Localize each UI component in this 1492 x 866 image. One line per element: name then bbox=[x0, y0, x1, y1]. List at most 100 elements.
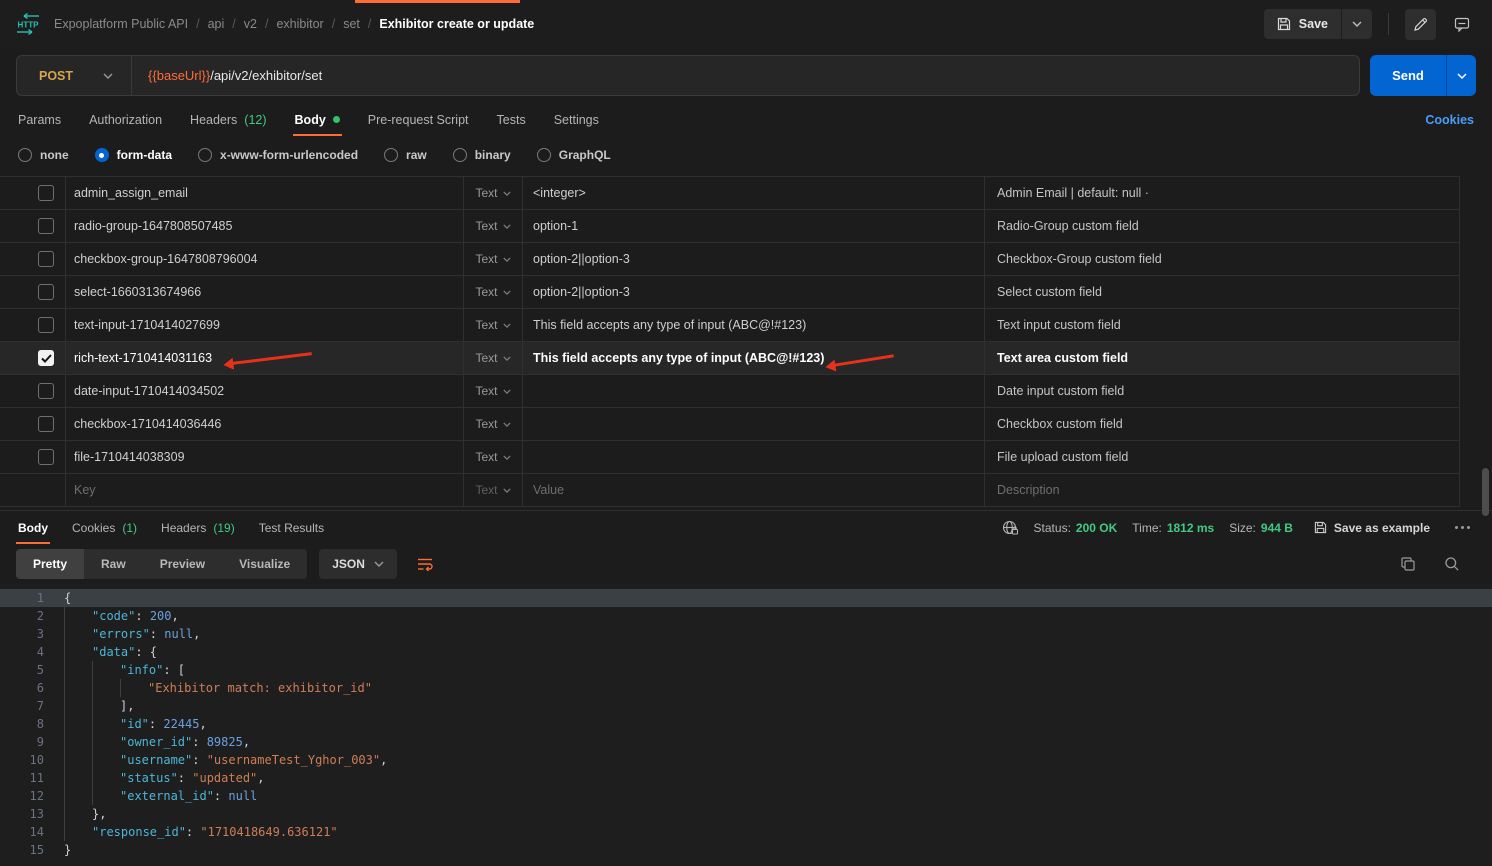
row-key-field[interactable]: radio-group-1647808507485 bbox=[66, 210, 464, 242]
send-options-dropdown[interactable] bbox=[1446, 55, 1476, 96]
row-description-field[interactable]: Checkbox custom field bbox=[985, 408, 1459, 440]
tab-label: Authorization bbox=[89, 113, 162, 127]
method-select[interactable]: POST bbox=[17, 56, 132, 95]
row-type-select[interactable]: Text bbox=[464, 309, 523, 341]
row-type-select[interactable]: Text bbox=[464, 408, 523, 440]
save-button[interactable]: Save bbox=[1264, 9, 1341, 39]
body-mode-binary[interactable]: binary bbox=[453, 148, 511, 162]
row-checkbox[interactable] bbox=[38, 185, 54, 201]
row-description-field[interactable]: Text area custom field bbox=[985, 342, 1459, 374]
row-type-select[interactable]: Text bbox=[464, 276, 523, 308]
response-size-stat: Size:944 B bbox=[1229, 521, 1293, 535]
row-description-field[interactable]: Admin Email | default: null · bbox=[985, 177, 1459, 209]
row-description-field[interactable]: Date input custom field bbox=[985, 375, 1459, 407]
save-as-example-button[interactable]: Save as example bbox=[1314, 521, 1430, 535]
row-type-select[interactable]: Text bbox=[464, 474, 523, 506]
row-checkbox[interactable] bbox=[38, 251, 54, 267]
row-value-field[interactable]: This field accepts any type of input (AB… bbox=[523, 309, 985, 341]
network-globe-lock-icon[interactable] bbox=[1002, 520, 1019, 536]
response-tab-test-results[interactable]: Test Results bbox=[259, 511, 324, 544]
row-value-field[interactable] bbox=[523, 375, 985, 407]
tab-headers[interactable]: Headers(12) bbox=[190, 103, 266, 136]
row-value-field[interactable] bbox=[523, 441, 985, 473]
row-checkbox[interactable] bbox=[38, 350, 54, 366]
response-tab-headers[interactable]: Headers(19) bbox=[161, 511, 235, 544]
row-key-field[interactable]: admin_assign_email bbox=[66, 177, 464, 209]
row-type-select[interactable]: Text bbox=[464, 210, 523, 242]
row-type-select[interactable]: Text bbox=[464, 441, 523, 473]
row-key-field[interactable]: date-input-1710414034502 bbox=[66, 375, 464, 407]
view-tab-preview[interactable]: Preview bbox=[143, 549, 222, 579]
row-description-field[interactable]: Text input custom field bbox=[985, 309, 1459, 341]
vertical-scrollbar-thumb[interactable] bbox=[1482, 468, 1489, 516]
breadcrumb-segment[interactable]: set bbox=[343, 17, 360, 31]
tab-settings[interactable]: Settings bbox=[554, 103, 599, 136]
search-response-button[interactable] bbox=[1442, 554, 1462, 574]
cookies-link[interactable]: Cookies bbox=[1425, 113, 1474, 127]
row-checkbox[interactable] bbox=[38, 218, 54, 234]
body-mode-none[interactable]: none bbox=[18, 148, 69, 162]
row-type-select[interactable]: Text bbox=[464, 342, 523, 374]
format-select[interactable]: JSON bbox=[319, 549, 397, 579]
breadcrumb-segment[interactable]: exhibitor bbox=[276, 17, 323, 31]
row-checkbox-cell bbox=[0, 342, 66, 374]
row-value-field[interactable] bbox=[523, 408, 985, 440]
row-value-field[interactable]: This field accepts any type of input (AB… bbox=[523, 342, 985, 374]
row-type-label: Text bbox=[475, 186, 497, 200]
url-variable: {{baseUrl}} bbox=[148, 68, 210, 83]
breadcrumb-segment[interactable]: v2 bbox=[244, 17, 257, 31]
tab-body[interactable]: Body bbox=[295, 103, 340, 136]
view-tab-visualize[interactable]: Visualize bbox=[222, 549, 307, 579]
row-key-field[interactable]: checkbox-group-1647808796004 bbox=[66, 243, 464, 275]
view-tab-raw[interactable]: Raw bbox=[84, 549, 143, 579]
row-key-field[interactable]: Key bbox=[66, 474, 464, 506]
code-line: 8"id": 22445, bbox=[0, 715, 1492, 733]
tab-authorization[interactable]: Authorization bbox=[89, 103, 162, 136]
view-tab-pretty[interactable]: Pretty bbox=[16, 549, 84, 579]
url-input[interactable]: {{baseUrl}}/api/v2/exhibitor/set bbox=[132, 68, 338, 83]
edit-request-button[interactable] bbox=[1405, 9, 1436, 40]
row-checkbox[interactable] bbox=[38, 284, 54, 300]
more-actions-icon[interactable] bbox=[1451, 522, 1474, 533]
body-mode-x-www-form-urlencoded[interactable]: x-www-form-urlencoded bbox=[198, 148, 358, 162]
response-tab-body[interactable]: Body bbox=[18, 511, 48, 544]
row-description-field[interactable]: Select custom field bbox=[985, 276, 1459, 308]
breadcrumb-segment[interactable]: api bbox=[208, 17, 225, 31]
row-value-field[interactable]: option-1 bbox=[523, 210, 985, 242]
tab-params[interactable]: Params bbox=[18, 103, 61, 136]
row-description-field[interactable]: Checkbox-Group custom field bbox=[985, 243, 1459, 275]
tab-tests[interactable]: Tests bbox=[497, 103, 526, 136]
row-type-select[interactable]: Text bbox=[464, 375, 523, 407]
comments-button[interactable] bbox=[1446, 9, 1478, 40]
row-key-field[interactable]: file-1710414038309 bbox=[66, 441, 464, 473]
row-description-field[interactable]: Description bbox=[985, 474, 1459, 506]
table-row: select-1660313674966Textoption-2||option… bbox=[0, 276, 1459, 309]
indent-guide bbox=[64, 607, 92, 625]
tab-pre-request-script[interactable]: Pre-request Script bbox=[368, 103, 469, 136]
body-mode-raw[interactable]: raw bbox=[384, 148, 427, 162]
body-mode-GraphQL[interactable]: GraphQL bbox=[537, 148, 611, 162]
wrap-lines-button[interactable] bbox=[411, 551, 440, 577]
row-checkbox[interactable] bbox=[38, 416, 54, 432]
row-value-field[interactable]: Value bbox=[523, 474, 985, 506]
row-key-field[interactable]: select-1660313674966 bbox=[66, 276, 464, 308]
row-key-field[interactable]: text-input-1710414027699 bbox=[66, 309, 464, 341]
send-button[interactable]: Send bbox=[1370, 55, 1446, 96]
copy-response-button[interactable] bbox=[1398, 554, 1418, 574]
body-mode-form-data[interactable]: form-data bbox=[95, 148, 172, 162]
row-description-field[interactable]: Radio-Group custom field bbox=[985, 210, 1459, 242]
row-checkbox[interactable] bbox=[38, 383, 54, 399]
row-checkbox[interactable] bbox=[38, 317, 54, 333]
row-value-field[interactable]: <integer> bbox=[523, 177, 985, 209]
breadcrumb-segment[interactable]: Expoplatform Public API bbox=[54, 17, 188, 31]
row-value-field[interactable]: option-2||option-3 bbox=[523, 243, 985, 275]
row-description-field[interactable]: File upload custom field bbox=[985, 441, 1459, 473]
row-checkbox[interactable] bbox=[38, 449, 54, 465]
row-value-field[interactable]: option-2||option-3 bbox=[523, 276, 985, 308]
row-type-select[interactable]: Text bbox=[464, 177, 523, 209]
code-token: 22445 bbox=[163, 715, 199, 733]
row-type-select[interactable]: Text bbox=[464, 243, 523, 275]
response-tab-cookies[interactable]: Cookies(1) bbox=[72, 511, 137, 544]
save-options-dropdown[interactable] bbox=[1341, 9, 1372, 39]
row-key-field[interactable]: checkbox-1710414036446 bbox=[66, 408, 464, 440]
